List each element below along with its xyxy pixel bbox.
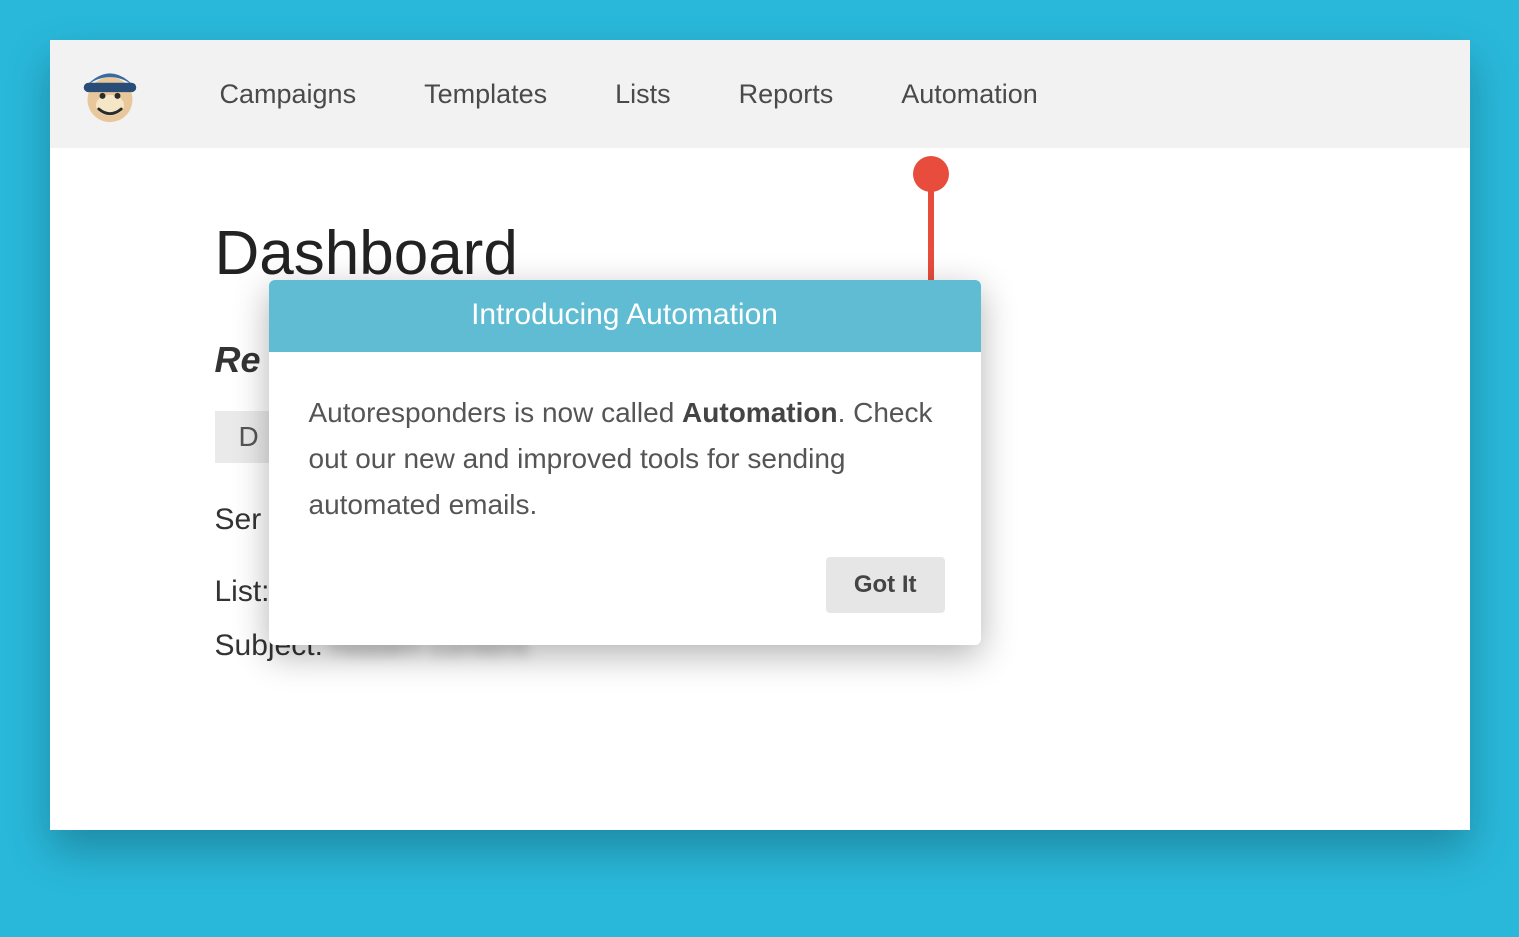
nav-reports[interactable]: Reports — [739, 79, 834, 110]
intro-modal: Introducing Automation Autoresponders is… — [269, 280, 981, 645]
app-window: Campaigns Templates Lists Reports Automa… — [50, 40, 1470, 830]
nav-templates[interactable]: Templates — [424, 79, 547, 110]
modal-body-bold: Automation — [682, 397, 838, 428]
mailchimp-logo-icon[interactable] — [80, 64, 140, 124]
modal-title: Introducing Automation — [269, 280, 981, 352]
list-label: List: — [215, 575, 270, 608]
top-nav: Campaigns Templates Lists Reports Automa… — [50, 40, 1470, 148]
got-it-button[interactable]: Got It — [826, 557, 945, 613]
modal-body: Autoresponders is now called Automation.… — [269, 352, 981, 557]
modal-body-prefix: Autoresponders is now called — [309, 397, 683, 428]
callout-dot-icon — [913, 156, 949, 192]
nav-campaigns[interactable]: Campaigns — [220, 79, 357, 110]
page-title: Dashboard — [215, 218, 1305, 289]
nav-lists[interactable]: Lists — [615, 79, 671, 110]
modal-footer: Got It — [269, 557, 981, 645]
nav-automation[interactable]: Automation — [901, 79, 1038, 110]
nav-items: Campaigns Templates Lists Reports Automa… — [220, 79, 1038, 110]
